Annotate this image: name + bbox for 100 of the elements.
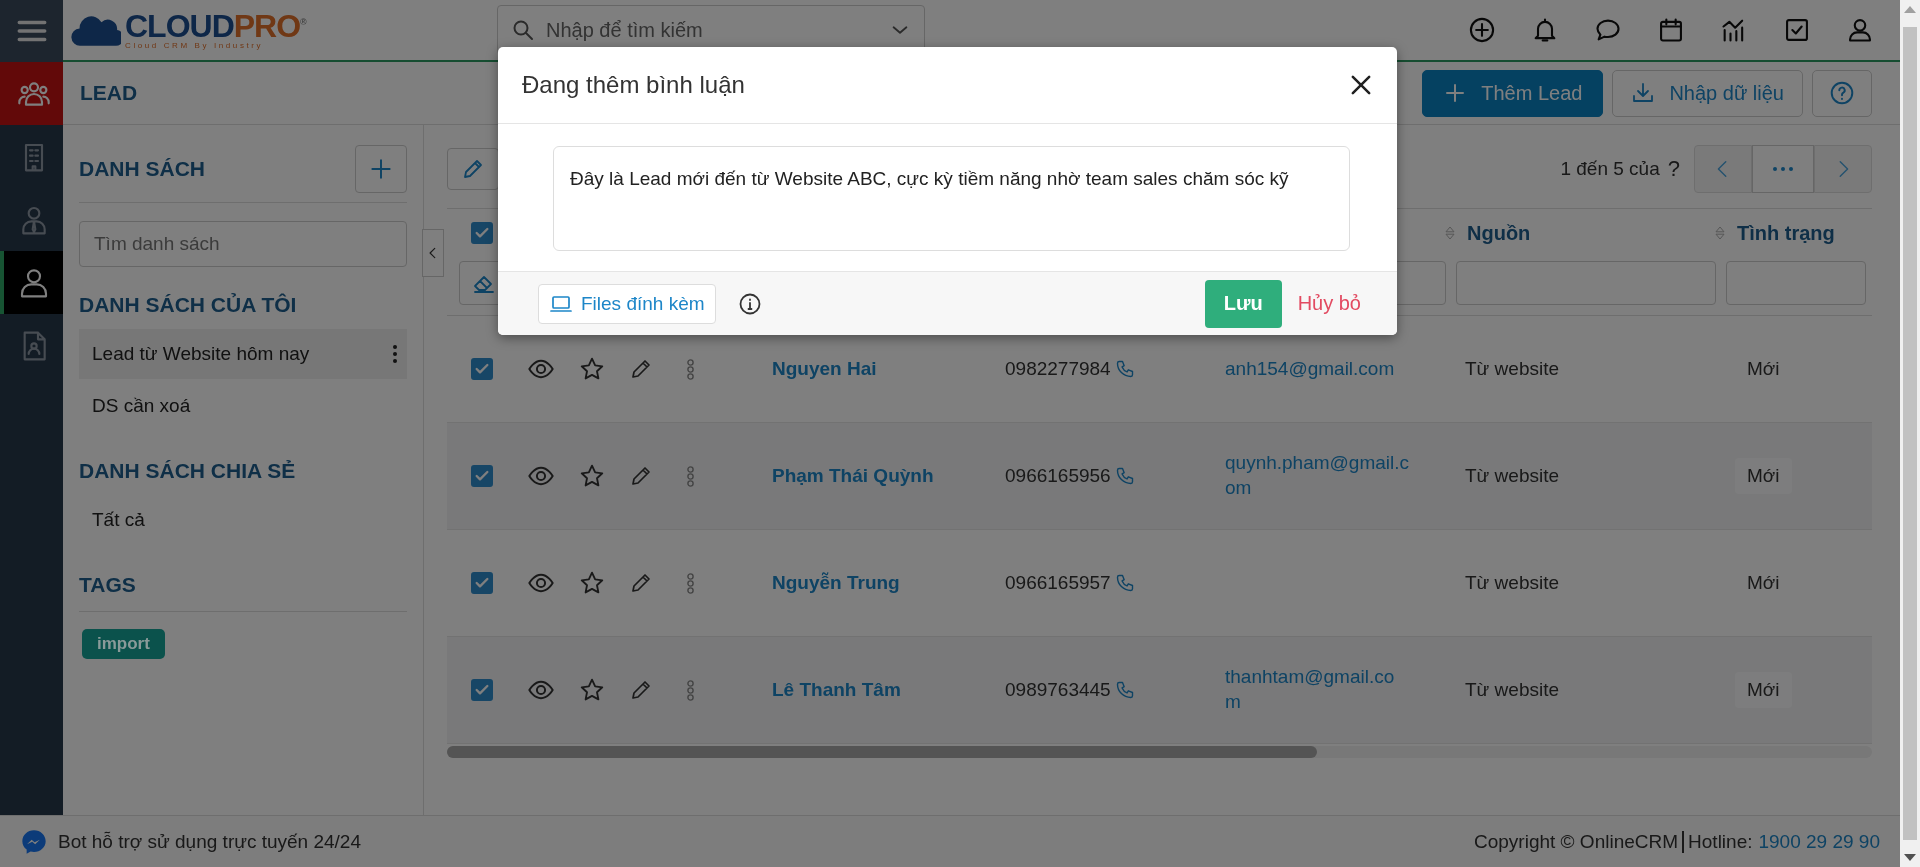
- row-menu-button[interactable]: [687, 572, 694, 594]
- edit-row-button[interactable]: [629, 464, 653, 488]
- row-menu-button[interactable]: [687, 465, 694, 487]
- user-account-icon: [1846, 16, 1874, 44]
- pencil-icon: [629, 357, 653, 381]
- pencil-icon: [629, 678, 653, 702]
- menu-button[interactable]: [0, 0, 63, 62]
- favorite-button[interactable]: [579, 570, 605, 596]
- logo-wordmark: CLOUDPRO$^{®}$: [125, 10, 306, 42]
- pagination-total: ?: [1667, 156, 1680, 182]
- star-icon: [579, 463, 605, 489]
- section-heading: DANH SÁCH CHIA SẺ: [79, 459, 297, 483]
- star-icon: [579, 570, 605, 596]
- pencil-icon: [629, 464, 653, 488]
- attach-files-button[interactable]: Files đính kèm: [538, 283, 716, 324]
- add-circle-button[interactable]: [1468, 16, 1496, 44]
- comment-field[interactable]: Đây là Lead mới đến từ Website ABC, cực kỳ tiềm năng nhờ team sales chăm sóc kỹ: [553, 146, 1350, 251]
- more-vertical-icon: [687, 465, 694, 487]
- logo-tagline: Cloud CRM By Industry: [125, 42, 265, 50]
- rail-item[interactable]: [0, 62, 63, 125]
- lead-name-link[interactable]: Phạm Thái Quỳnh: [772, 465, 934, 486]
- more-vertical-icon: [687, 572, 694, 594]
- source-cell: Từ website: [1465, 572, 1560, 593]
- favorite-button[interactable]: [579, 356, 605, 382]
- tag-chip[interactable]: import: [82, 629, 165, 659]
- info-icon: [737, 291, 762, 316]
- column-header[interactable]: Nguồn: [1467, 221, 1531, 245]
- list-search-field[interactable]: Tìm danh sách: [79, 221, 407, 267]
- hotline-link[interactable]: 1900 29 29 90: [1758, 830, 1880, 853]
- call-button[interactable]: [1114, 466, 1135, 486]
- star-icon: [579, 677, 605, 703]
- row-checkbox[interactable]: [471, 465, 493, 487]
- phone-icon: [1114, 466, 1135, 486]
- rail-item[interactable]: [0, 251, 63, 314]
- row-checkbox[interactable]: [471, 679, 493, 701]
- section-heading: DANH SÁCH CỦA TÔI: [79, 293, 298, 317]
- phone-icon: [1114, 573, 1135, 593]
- edit-button[interactable]: [447, 148, 499, 190]
- more-pages-button[interactable]: [1752, 145, 1814, 193]
- row-checkbox[interactable]: [471, 572, 493, 594]
- filter-field[interactable]: [1726, 261, 1866, 305]
- more-vertical-icon: [687, 679, 694, 701]
- collapse-sidebar-button[interactable]: [422, 229, 444, 277]
- search-icon: [511, 18, 535, 42]
- save-button[interactable]: Lưu: [1204, 279, 1282, 328]
- row-menu-button[interactable]: [687, 679, 694, 701]
- more-horizontal-icon: [1773, 167, 1793, 171]
- hotline-label: Hotline:: [1682, 830, 1753, 853]
- calendar-button[interactable]: [1657, 16, 1685, 44]
- lead-name-link[interactable]: Nguyen Hai: [772, 358, 877, 379]
- email-link[interactable]: thanhtam@gmail.com: [1225, 665, 1410, 715]
- status-label: Mới: [1735, 458, 1792, 494]
- user-account-button[interactable]: [1846, 16, 1874, 44]
- add-circle-icon: [1468, 16, 1496, 44]
- call-button[interactable]: [1114, 573, 1135, 593]
- messenger-icon: [20, 827, 48, 856]
- lead-name-link[interactable]: Lê Thanh Tâm: [772, 679, 901, 700]
- checked-box-button[interactable]: [1783, 16, 1811, 44]
- source-cell: Từ website: [1465, 358, 1560, 379]
- list-item[interactable]: DS cần xoá: [79, 381, 407, 431]
- edit-row-button[interactable]: [629, 357, 653, 381]
- favorite-button[interactable]: [579, 677, 605, 703]
- select-all-checkbox[interactable]: [471, 222, 493, 244]
- list-heading: DANH SÁCH: [79, 157, 205, 181]
- phone-number: 0989763445: [1005, 679, 1111, 701]
- call-button[interactable]: [1114, 359, 1135, 379]
- pencil-icon: [461, 157, 485, 181]
- row-menu-button[interactable]: [687, 358, 694, 380]
- column-header[interactable]: Tình trạng: [1737, 221, 1835, 245]
- edit-row-button[interactable]: [629, 571, 653, 595]
- email-link[interactable]: quynh.pham@gmail.com: [1225, 451, 1410, 501]
- more-vertical-icon: [393, 345, 397, 363]
- horizontal-scrollbar[interactable]: [447, 746, 1872, 758]
- call-button[interactable]: [1114, 680, 1135, 700]
- page-title: LEAD: [80, 81, 138, 105]
- checked-box-icon: [1783, 16, 1811, 44]
- source-cell: Từ website: [1465, 465, 1560, 486]
- help-button[interactable]: [1812, 69, 1872, 117]
- email-link[interactable]: anh154@gmail.com: [1225, 356, 1410, 382]
- calendar-icon: [1657, 16, 1685, 44]
- add-lead-button[interactable]: Thêm Lead: [1422, 69, 1604, 117]
- status-label: Mới: [1735, 672, 1792, 708]
- help-icon: [1829, 80, 1855, 106]
- cancel-button[interactable]: Hủy bỏ: [1297, 292, 1361, 315]
- pencil-icon: [629, 571, 653, 595]
- dialog-title: Đang thêm bình luận: [522, 71, 746, 99]
- vertical-scrollbar[interactable]: [1900, 0, 1920, 867]
- phone-number: 0982277984: [1005, 358, 1111, 380]
- row-checkbox[interactable]: [471, 358, 493, 380]
- star-icon: [579, 356, 605, 382]
- list-item[interactable]: Lead từ Website hôm nay: [79, 329, 407, 379]
- lead-name-link[interactable]: Nguyễn Trung: [772, 572, 900, 593]
- import-data-button[interactable]: Nhập dữ liệu: [1612, 69, 1803, 117]
- filter-field[interactable]: [1456, 261, 1716, 305]
- download-icon: [1631, 81, 1656, 105]
- source-cell: Từ website: [1465, 679, 1560, 700]
- list-item[interactable]: Tất cả: [79, 495, 407, 545]
- favorite-button[interactable]: [579, 463, 605, 489]
- edit-row-button[interactable]: [629, 678, 653, 702]
- add-list-button[interactable]: [355, 145, 407, 193]
